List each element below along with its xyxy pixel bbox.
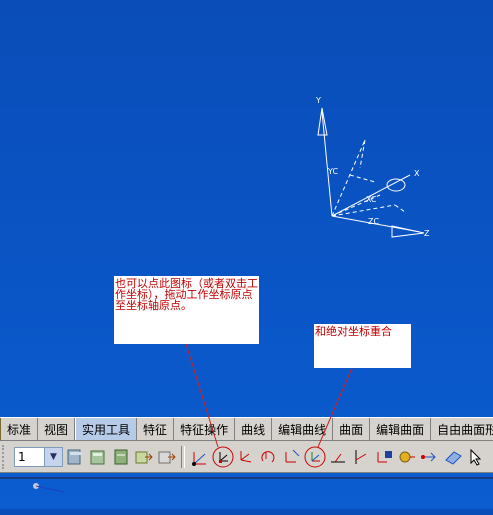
- graphics-viewport[interactable]: Y X Z YC XC ZC: [0, 0, 493, 415]
- xc-axis-label: XC: [366, 195, 377, 204]
- point-constructor-icon[interactable]: [396, 446, 418, 468]
- layer-settings-icon[interactable]: [64, 446, 86, 468]
- wcs-change-xc-icon[interactable]: [327, 446, 349, 468]
- wcs-origin-icon[interactable]: [235, 446, 257, 468]
- y-axis-label: Y: [315, 96, 321, 105]
- status-area: [0, 473, 493, 509]
- tab-utilities[interactable]: 实用工具: [75, 418, 138, 440]
- wcs-display-icon[interactable]: [189, 446, 211, 468]
- toolbar-grip[interactable]: [2, 444, 10, 469]
- work-layer-value: 1: [18, 449, 26, 464]
- tab-feature[interactable]: 特征: [137, 418, 175, 440]
- tab-edit-curve[interactable]: 编辑曲线: [272, 418, 334, 440]
- work-layer-select[interactable]: 1 ▼: [14, 446, 63, 467]
- mini-triad-icon: [33, 483, 65, 493]
- chevron-down-icon[interactable]: ▼: [44, 447, 62, 466]
- wcs-rotate-icon[interactable]: [258, 446, 280, 468]
- tab-view[interactable]: 视图: [38, 418, 76, 440]
- wcs-orient-icon[interactable]: [281, 446, 303, 468]
- annotation-callout-coincide-absolute: 和绝对坐标重合: [314, 324, 411, 368]
- zc-axis-label: ZC: [368, 217, 379, 226]
- toolbar-tab-bar: 标准 视图 实用工具 特征 特征操作 曲线 编辑曲线 曲面 编辑曲面 自由曲面形: [0, 417, 493, 441]
- tab-feature-operation[interactable]: 特征操作: [174, 418, 236, 440]
- coordinate-system-display[interactable]: Y X Z YC XC ZC: [0, 0, 493, 415]
- tab-surface[interactable]: 曲面: [333, 418, 371, 440]
- layer-visible-icon[interactable]: [87, 446, 109, 468]
- wcs-save-icon[interactable]: [373, 446, 395, 468]
- plane-constructor-icon[interactable]: [442, 446, 464, 468]
- yc-axis-label: YC: [327, 167, 338, 176]
- move-to-layer-icon[interactable]: [133, 446, 155, 468]
- wcs-set-to-absolute-icon[interactable]: [304, 446, 326, 468]
- select-tool-icon[interactable]: [465, 446, 487, 468]
- x-axis-label: X: [414, 169, 420, 178]
- utilities-toolbar: 1 ▼: [0, 441, 493, 473]
- layer-category-icon[interactable]: [110, 446, 132, 468]
- tab-curve[interactable]: 曲线: [235, 418, 273, 440]
- toolbar-separator: [181, 445, 185, 468]
- wcs-change-yc-icon[interactable]: [350, 446, 372, 468]
- wcs-dynamics-icon[interactable]: [212, 446, 234, 468]
- tab-standard[interactable]: 标准: [1, 418, 39, 440]
- vector-constructor-icon[interactable]: [419, 446, 441, 468]
- tab-edit-surface[interactable]: 编辑曲面: [370, 418, 432, 440]
- tab-free-form[interactable]: 自由曲面形: [431, 418, 493, 440]
- copy-to-layer-icon[interactable]: [156, 446, 178, 468]
- annotation-callout-drag-wcs: 也可以点此图标（或者双击工作坐标），拖动工作坐标原点至坐标轴原点。: [114, 276, 259, 344]
- z-axis-label: Z: [424, 229, 430, 238]
